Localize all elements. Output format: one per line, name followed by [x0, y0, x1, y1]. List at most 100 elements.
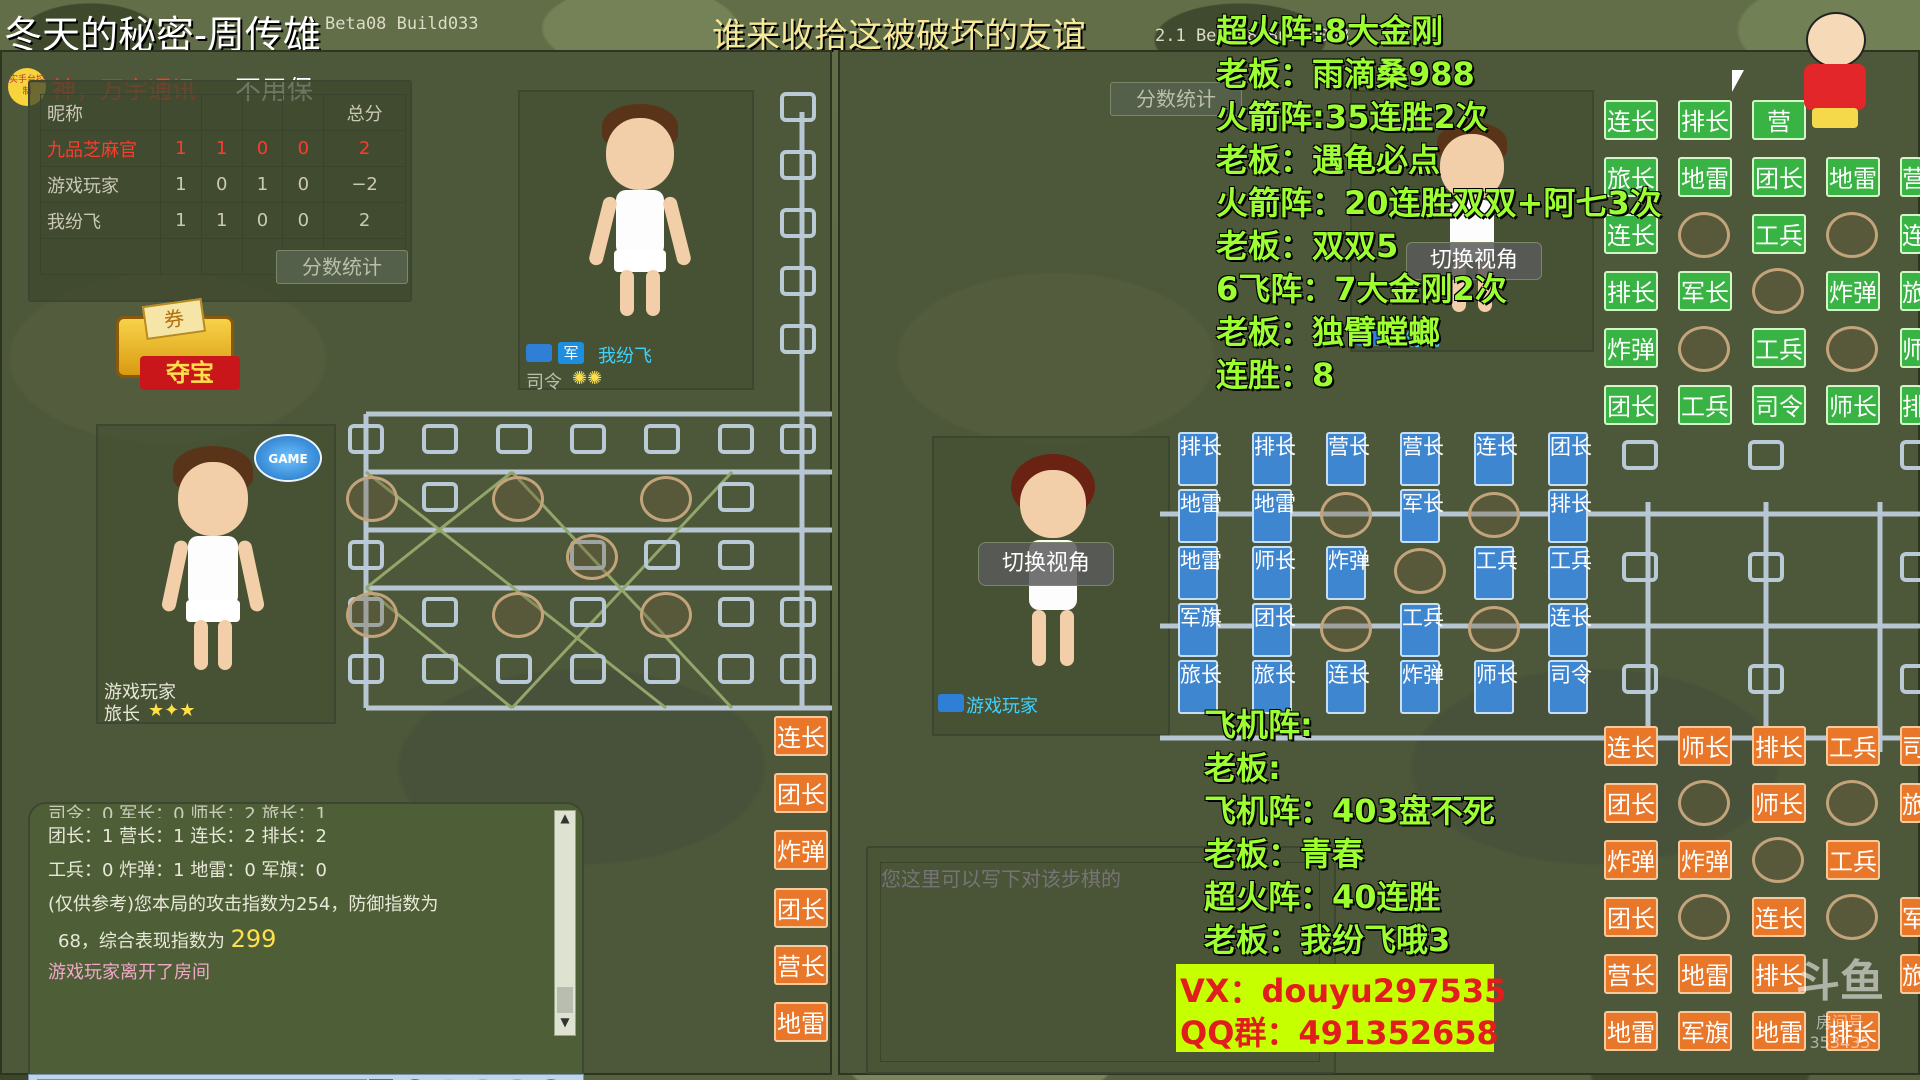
board-node[interactable] — [644, 424, 680, 454]
piece-green[interactable]: 工兵 — [1752, 328, 1806, 368]
scroll-down-icon[interactable]: ▼ — [555, 1015, 575, 1035]
board-node[interactable] — [1900, 664, 1920, 694]
board-camp[interactable] — [1468, 606, 1520, 652]
board-node[interactable] — [780, 424, 816, 454]
piece-blue[interactable]: 营长 — [1400, 432, 1444, 486]
piece-blue[interactable]: 连长 — [1474, 432, 1518, 486]
board-node[interactable] — [718, 540, 754, 570]
piece-blue[interactable]: 营长 — [1326, 432, 1370, 486]
scroll-up-icon[interactable]: ▲ — [555, 811, 575, 831]
piece-blue[interactable]: 工兵 — [1548, 546, 1592, 600]
board-node[interactable] — [496, 424, 532, 454]
piece-orange[interactable]: 军 — [1900, 897, 1920, 937]
board-camp[interactable] — [1320, 492, 1372, 538]
piece-orange[interactable]: 团长 — [774, 888, 828, 928]
board-node[interactable] — [1622, 440, 1658, 470]
board-node[interactable] — [780, 150, 816, 180]
piece-orange[interactable]: 团长 — [774, 773, 828, 813]
piece-orange[interactable]: 排长 — [1752, 726, 1806, 766]
board-camp[interactable] — [1826, 212, 1878, 258]
piece-orange[interactable]: 旅 — [1900, 783, 1920, 823]
piece-orange[interactable]: 营长 — [1604, 954, 1658, 994]
board-camp[interactable] — [1678, 326, 1730, 372]
piece-orange[interactable]: 连长 — [1604, 726, 1658, 766]
piece-green[interactable]: 地雷 — [1678, 157, 1732, 197]
piece-green[interactable]: 团长 — [1752, 157, 1806, 197]
piece-green[interactable]: 地雷 — [1826, 157, 1880, 197]
board-node[interactable] — [348, 540, 384, 570]
board-node[interactable] — [348, 424, 384, 454]
piece-blue[interactable]: 排长 — [1548, 489, 1592, 543]
board-camp[interactable] — [346, 476, 398, 522]
board-node[interactable] — [780, 208, 816, 238]
piece-green[interactable]: 排 — [1900, 385, 1920, 425]
board-camp[interactable] — [640, 476, 692, 522]
piece-orange[interactable]: 地雷 — [1604, 1011, 1658, 1051]
board-camp[interactable] — [1678, 780, 1730, 826]
piece-green[interactable]: 师长 — [1826, 385, 1880, 425]
board-node[interactable] — [644, 654, 680, 684]
switch-view-button[interactable]: 切换视角 — [978, 542, 1114, 586]
board-node[interactable] — [1900, 552, 1920, 582]
piece-blue[interactable]: 军旗 — [1178, 603, 1222, 657]
scroll-thumb[interactable] — [557, 987, 573, 1013]
board-node[interactable] — [348, 654, 384, 684]
board-node[interactable] — [644, 540, 680, 570]
board-node[interactable] — [1748, 552, 1784, 582]
piece-green[interactable]: 旅 — [1900, 271, 1920, 311]
board-node[interactable] — [718, 482, 754, 512]
piece-orange[interactable]: 炸弹 — [1678, 840, 1732, 880]
piece-green[interactable]: 营 — [1900, 157, 1920, 197]
board-node[interactable] — [780, 266, 816, 296]
piece-blue[interactable]: 司令 — [1548, 660, 1592, 714]
piece-blue[interactable]: 地雷 — [1178, 546, 1222, 600]
piece-blue[interactable]: 地雷 — [1178, 489, 1222, 543]
piece-green[interactable]: 工兵 — [1752, 214, 1806, 254]
piece-orange[interactable]: 军旗 — [1678, 1011, 1732, 1051]
board-node[interactable] — [780, 92, 816, 122]
piece-blue[interactable]: 师长 — [1474, 660, 1518, 714]
piece-blue[interactable]: 连长 — [1548, 603, 1592, 657]
piece-orange[interactable]: 团长 — [1604, 897, 1658, 937]
piece-green[interactable]: 排长 — [1604, 271, 1658, 311]
piece-blue[interactable]: 排长 — [1178, 432, 1222, 486]
board-node[interactable] — [1748, 440, 1784, 470]
board-camp[interactable] — [1752, 837, 1804, 883]
piece-orange[interactable]: 师长 — [1678, 726, 1732, 766]
board-node[interactable] — [1622, 552, 1658, 582]
piece-blue[interactable]: 师长 — [1252, 546, 1296, 600]
board-camp[interactable] — [1826, 894, 1878, 940]
piece-blue[interactable]: 团长 — [1252, 603, 1296, 657]
board-camp[interactable] — [1678, 894, 1730, 940]
piece-green[interactable]: 司令 — [1752, 385, 1806, 425]
piece-orange[interactable]: 地雷 — [774, 1002, 828, 1042]
piece-green[interactable]: 连 — [1900, 214, 1920, 254]
board-node[interactable] — [570, 597, 606, 627]
piece-blue[interactable]: 工兵 — [1400, 603, 1444, 657]
piece-blue[interactable]: 地雷 — [1252, 489, 1296, 543]
board-node[interactable] — [780, 654, 816, 684]
board-camp[interactable] — [566, 534, 618, 580]
piece-orange[interactable]: 工兵 — [1826, 726, 1880, 766]
board-camp[interactable] — [1752, 268, 1804, 314]
board-camp[interactable] — [1678, 212, 1730, 258]
piece-blue[interactable]: 炸弹 — [1400, 660, 1444, 714]
piece-orange[interactable]: 连长 — [1752, 897, 1806, 937]
piece-orange[interactable]: 地雷 — [1678, 954, 1732, 994]
piece-orange[interactable]: 营长 — [774, 945, 828, 985]
board-camp[interactable] — [1320, 606, 1372, 652]
board-node[interactable] — [422, 482, 458, 512]
piece-green[interactable]: 连长 — [1604, 100, 1658, 140]
chat-scrollbar[interactable]: ▲ ▼ — [554, 810, 576, 1036]
board-node[interactable] — [780, 597, 816, 627]
board-node[interactable] — [422, 424, 458, 454]
board-node[interactable] — [422, 597, 458, 627]
board-camp[interactable] — [1468, 492, 1520, 538]
piece-blue[interactable]: 连长 — [1326, 660, 1370, 714]
board-camp[interactable] — [1826, 326, 1878, 372]
piece-green[interactable]: 炸弹 — [1826, 271, 1880, 311]
piece-green[interactable]: 炸弹 — [1604, 328, 1658, 368]
board-node[interactable] — [1900, 440, 1920, 470]
piece-green[interactable]: 工兵 — [1678, 385, 1732, 425]
piece-blue[interactable]: 军长 — [1400, 489, 1444, 543]
